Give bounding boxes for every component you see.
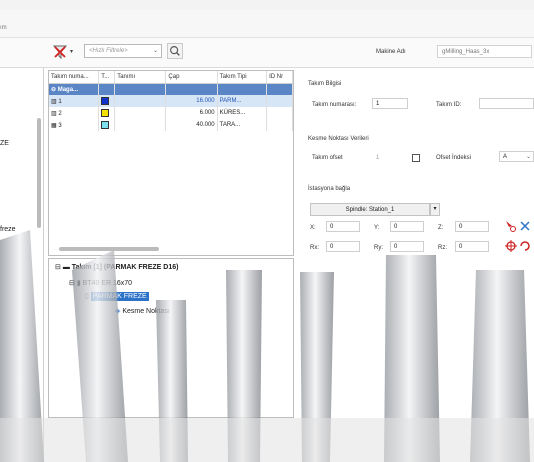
- tree-node-cutter[interactable]: ▯ PARMAK FREZE: [85, 292, 149, 301]
- chevron-down-icon[interactable]: ⌄: [526, 153, 531, 160]
- pick-position-icon[interactable]: [505, 220, 517, 232]
- machine-name-label: Makine Adı: [376, 49, 406, 55]
- ry-label: Ry:: [374, 245, 383, 251]
- col-header-diameter[interactable]: Çap: [165, 71, 218, 84]
- properties-panel: Takım Bilgisi Takım numarası: 1 Takım ID…: [298, 68, 534, 418]
- spindle-value: Spindle: Station_1: [345, 207, 395, 213]
- tree-node-tool[interactable]: ⊟ ▬ Takım [1] (PARMAK FREZE D16): [55, 263, 178, 271]
- rx-label: Rx:: [310, 245, 319, 251]
- tool-number-label: Takım numarası:: [312, 102, 357, 108]
- left-panel: ZE freze: [0, 68, 44, 462]
- station-title: İstasyona bağla: [308, 186, 351, 192]
- tool-tree: ⊟ ▬ Takım [1] (PARMAK FREZE D16) ⊟ ▮ BT4…: [48, 258, 294, 418]
- left-list-item[interactable]: freze: [0, 226, 16, 233]
- rotate-icon[interactable]: [519, 240, 531, 252]
- tool-type: PARM...: [217, 95, 268, 107]
- magazine-group-label: Maga...: [57, 86, 79, 93]
- quick-filter-placeholder: <Hızlı Filtrele>: [89, 48, 128, 54]
- spindle-select[interactable]: Spindle: Station_1: [310, 203, 430, 216]
- y-label: Y:: [374, 225, 380, 231]
- x-label: X:: [310, 225, 316, 231]
- rz-label: Rz:: [438, 245, 447, 251]
- tree-node-holder[interactable]: ⊟ ▮ BT40 ER 16x70: [69, 279, 132, 287]
- tool-info-title: Takım Bilgisi: [308, 81, 342, 87]
- col-header-id-nr[interactable]: ID Nr: [266, 71, 293, 84]
- filter-icon[interactable]: [52, 44, 68, 60]
- offset-index-label: Ofset İndeksi: [436, 155, 472, 161]
- tree-node-cut-point[interactable]: ◈ Kesme Noktası: [115, 307, 170, 315]
- machine-name-field[interactable]: gMilling_Haas_3x: [437, 45, 532, 58]
- tool-node-icon: ▬: [62, 264, 72, 271]
- tool-number: 2: [58, 110, 62, 117]
- rx-field[interactable]: 0: [326, 241, 360, 252]
- table-row[interactable]: ▦ 3 40.000 TARA...: [49, 119, 293, 131]
- ry-field[interactable]: 0: [390, 241, 424, 252]
- table-row[interactable]: ▥ 2 6.000 KÜRES...: [49, 107, 293, 119]
- bottom-bar: [0, 418, 534, 462]
- chevron-down-icon[interactable]: ⌄: [153, 47, 158, 54]
- window-title: ım: [0, 25, 7, 31]
- tool-diameter: 16.000: [165, 95, 218, 107]
- col-header-tool-type[interactable]: Takım Tipi: [217, 71, 268, 84]
- z-field[interactable]: 0: [455, 221, 489, 232]
- window-titlebar: ım: [0, 10, 534, 38]
- spindle-dropdown-button[interactable]: ▾: [430, 203, 440, 216]
- tool-color-swatch: [101, 97, 110, 105]
- cut-point-data-title: Kesme Noktası Verileri: [308, 136, 369, 142]
- tool-offset-checkbox[interactable]: [412, 154, 420, 162]
- offset-index-select[interactable]: A ⌄: [499, 151, 534, 162]
- tool-number: 3: [58, 122, 62, 129]
- left-list-item[interactable]: ZE: [0, 140, 9, 147]
- z-label: Z:: [438, 225, 444, 231]
- tool-grid: Takım numa... T... Tanımı Çap Takım Tipi…: [48, 70, 294, 256]
- top-strip: [0, 0, 534, 10]
- tree-root-label: Takım [1] (PARMAK FREZE D16): [71, 264, 179, 271]
- cutter-label: PARMAK FREZE: [90, 292, 149, 301]
- left-scrollbar[interactable]: [37, 118, 41, 228]
- tool-diameter: 40.000: [165, 119, 218, 131]
- quick-filter-input[interactable]: <Hızlı Filtrele> ⌄: [84, 44, 162, 58]
- tool-number-field[interactable]: 1: [372, 98, 408, 109]
- col-header-description[interactable]: Tanımı: [114, 71, 167, 84]
- y-field[interactable]: 0: [390, 221, 424, 232]
- cut-point-label: Kesme Noktası: [122, 308, 170, 315]
- axis-icon[interactable]: [519, 220, 531, 232]
- search-icon[interactable]: [167, 43, 183, 59]
- tool-diameter: 6.000: [165, 107, 218, 119]
- target-icon[interactable]: [505, 240, 517, 252]
- collapse-icon[interactable]: ⊖: [51, 87, 58, 93]
- expand-icon[interactable]: ⊟: [69, 280, 77, 287]
- offset-index-value: A: [503, 154, 508, 160]
- holder-label: BT40 ER 16x70: [82, 280, 133, 287]
- tool-type: KÜRES...: [217, 107, 268, 119]
- tool-id-label: Takım ID:: [436, 102, 462, 108]
- endmill-icon: ▯: [85, 293, 91, 300]
- table-row[interactable]: ▥ 1 16.000 PARM...: [49, 95, 293, 107]
- tool-id-field[interactable]: [479, 98, 534, 109]
- tool-offset-label: Takım ofset: [312, 155, 343, 161]
- expand-icon[interactable]: ⊟: [55, 264, 63, 271]
- tool-number: 1: [58, 98, 62, 105]
- filter-dropdown-icon[interactable]: ▾: [70, 48, 78, 56]
- tool-color-swatch: [101, 109, 110, 117]
- grid-horizontal-scrollbar[interactable]: [59, 247, 159, 251]
- magazine-group-row[interactable]: ⊖ Maga...: [49, 83, 293, 95]
- col-header-tool-number[interactable]: Takım numa...: [49, 71, 100, 84]
- rz-field[interactable]: 0: [455, 241, 489, 252]
- tool-color-swatch: [101, 121, 110, 129]
- col-header-t[interactable]: T...: [98, 71, 116, 84]
- tool-type: TARA...: [217, 119, 268, 131]
- grid-header-row: Takım numa... T... Tanımı Çap Takım Tipi…: [49, 71, 293, 84]
- tool-offset-value: 1: [376, 155, 380, 161]
- x-field[interactable]: 0: [326, 221, 360, 232]
- toolbar: ▾ <Hızlı Filtrele> ⌄ Makine Adı gMilling…: [0, 38, 534, 68]
